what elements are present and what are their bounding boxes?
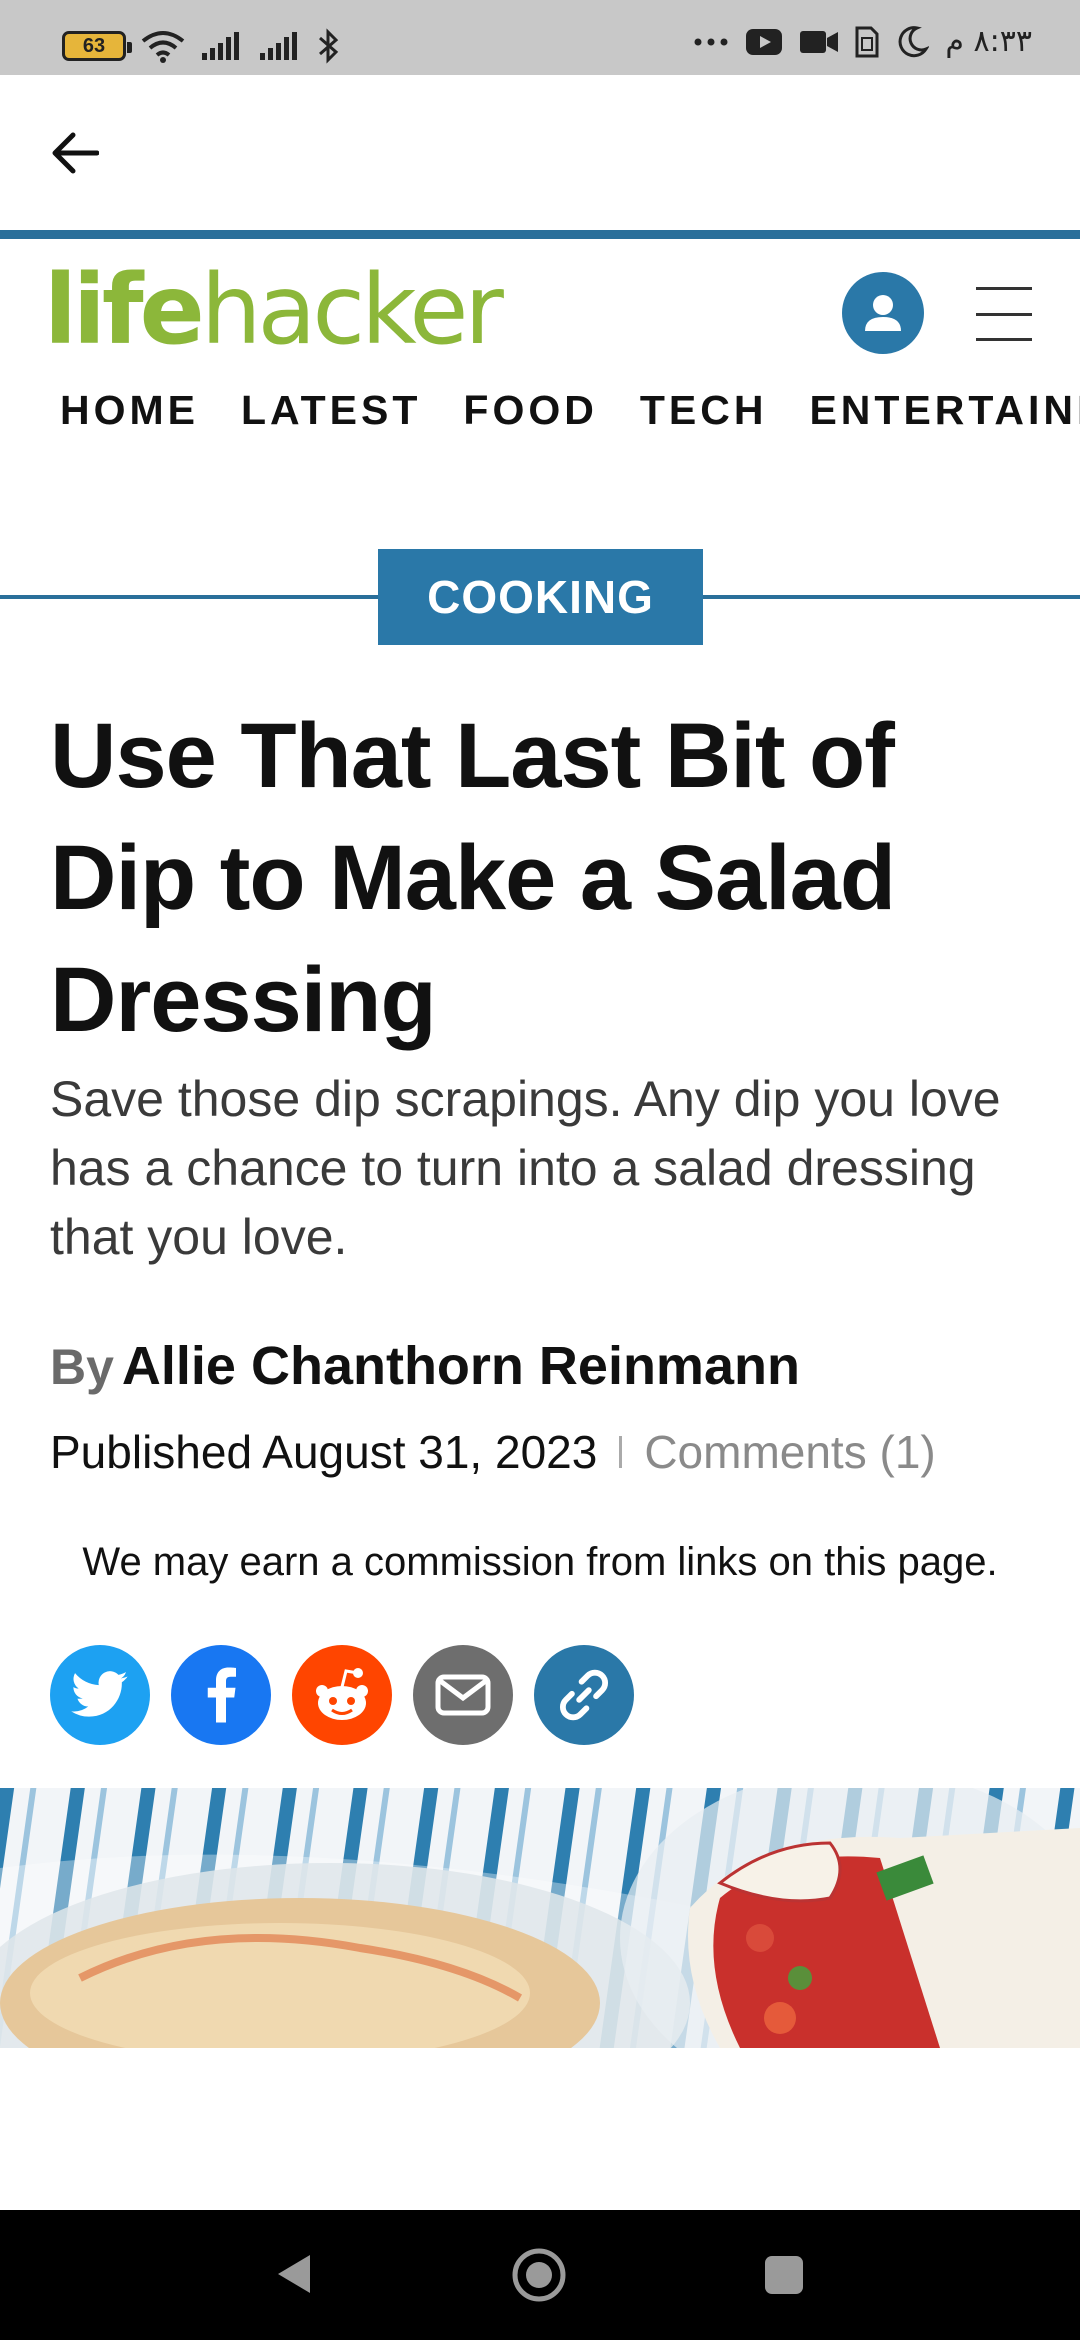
affiliate-disclaimer: We may earn a commission from links on t… — [82, 1540, 998, 1584]
logo-life: life — [44, 254, 205, 366]
menu-line — [976, 312, 1032, 316]
nav-item-home[interactable]: HOME — [60, 387, 199, 434]
facebook-icon — [207, 1667, 236, 1723]
email-icon — [435, 1674, 491, 1716]
nav-recents-icon[interactable] — [763, 2254, 805, 2296]
nav-item-food[interactable]: FOOD — [463, 387, 597, 434]
section-nav: HOME LATEST FOOD TECH ENTERTAINMEN — [60, 387, 1080, 443]
menu-line — [976, 338, 1032, 341]
meta-divider — [619, 1436, 623, 1468]
status-bar: 63 ٨:٣٣ م — [0, 0, 1080, 75]
nav-home-icon[interactable] — [511, 2247, 567, 2303]
logo-hacker: hacker — [200, 254, 504, 366]
article-headline: Use That Last Bit of Dip to Make a Salad… — [50, 705, 896, 1051]
hero-photo — [0, 1788, 1080, 2048]
header-divider — [0, 230, 1080, 239]
share-facebook-button[interactable] — [171, 1645, 271, 1745]
nav-back-icon[interactable] — [274, 2252, 314, 2296]
status-right: ٨:٣٣ م — [693, 24, 1032, 59]
signal-icon — [260, 32, 297, 60]
wifi-icon — [141, 31, 185, 63]
system-nav-bar — [0, 2210, 1080, 2340]
nav-item-entertainment[interactable]: ENTERTAINMEN — [809, 387, 1080, 434]
menu-button[interactable] — [976, 287, 1032, 341]
signal-icon — [202, 32, 239, 60]
account-button[interactable] — [842, 272, 924, 354]
article-meta: Published August 31, 2023 Comments (1) — [50, 1425, 936, 1479]
article-hero-image — [0, 1788, 1080, 2048]
category-tag[interactable]: COOKING — [378, 549, 703, 645]
byline: By Allie Chanthorn Reinmann — [50, 1335, 800, 1397]
share-row — [50, 1645, 634, 1745]
sim-icon — [855, 26, 879, 57]
link-icon — [559, 1669, 609, 1721]
moon-icon — [898, 25, 930, 57]
nav-item-tech[interactable]: TECH — [640, 387, 768, 434]
arrow-left-icon — [52, 132, 99, 174]
menu-line — [976, 287, 1032, 290]
copy-link-button[interactable] — [534, 1645, 634, 1745]
status-time: ٨:٣٣ م — [945, 24, 1032, 59]
bluetooth-icon — [319, 28, 339, 64]
byline-by: By — [50, 1339, 114, 1395]
more-icon — [694, 38, 728, 45]
youtube-icon — [746, 28, 783, 55]
reddit-icon — [316, 1668, 368, 1720]
battery-level: 63 — [82, 34, 106, 57]
user-icon — [865, 295, 901, 331]
nav-item-latest[interactable]: LATEST — [241, 387, 421, 434]
app-bar — [0, 75, 1080, 230]
publish-date: Published August 31, 2023 — [50, 1426, 598, 1478]
back-button[interactable] — [44, 123, 104, 183]
author-link[interactable]: Allie Chanthorn Reinmann — [122, 1335, 800, 1397]
site-logo[interactable]: lifehacker — [44, 262, 504, 358]
video-icon — [800, 30, 839, 53]
twitter-icon — [71, 1671, 128, 1717]
share-email-button[interactable] — [413, 1645, 513, 1745]
share-reddit-button[interactable] — [292, 1645, 392, 1745]
comments-link[interactable]: Comments (1) — [644, 1425, 935, 1479]
share-twitter-button[interactable] — [50, 1645, 150, 1745]
battery-icon: 63 — [62, 31, 132, 61]
status-left: 63 — [62, 28, 340, 64]
article-dek: Save those dip scrapings. Any dip you lo… — [50, 1071, 1001, 1265]
